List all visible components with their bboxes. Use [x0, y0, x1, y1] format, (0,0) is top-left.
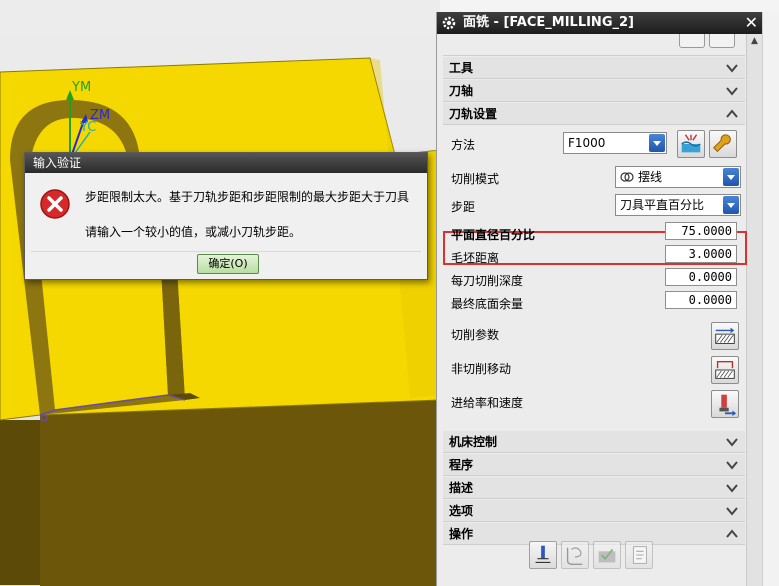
chevron-up-icon	[726, 109, 738, 118]
chevron-down-icon	[726, 507, 738, 516]
chevron-down-icon	[726, 484, 738, 493]
section-description-label: 描述	[449, 481, 474, 495]
generate-button[interactable]	[529, 541, 557, 569]
flat-diameter-percent-label: 平面直径百分比	[451, 228, 536, 242]
blank-distance-input[interactable]: 3.0000	[665, 245, 737, 263]
section-program[interactable]: 程序	[443, 454, 745, 476]
wrench-icon	[713, 134, 731, 153]
feeds-speeds-label: 进给率和速度	[451, 396, 524, 410]
gear-icon[interactable]	[441, 15, 457, 31]
method-label: 方法	[451, 138, 476, 152]
face-milling-panel: 面铣 - [FACE_MILLING_2] ✕ ▲ 工具 刀轴 刀轨设置 方法 …	[436, 12, 762, 586]
partial-row	[443, 34, 745, 56]
non-cutting-moves-icon	[715, 360, 735, 379]
trochoid-icon	[620, 172, 634, 182]
stepover-value: 刀具平直百分比	[620, 198, 705, 212]
method-select[interactable]: F1000	[563, 132, 667, 154]
list-button[interactable]	[625, 541, 653, 569]
non-cutting-moves-button[interactable]	[711, 356, 739, 384]
final-floor-stock-label: 最终底面余量	[451, 297, 524, 311]
feeds-speeds-icon	[719, 394, 737, 417]
stepover-select[interactable]: 刀具平直百分比	[615, 194, 741, 216]
chevron-down-icon	[726, 438, 738, 447]
method-edit-icon	[681, 134, 701, 153]
graphics-viewport[interactable]: YM ZM YC	[0, 0, 440, 586]
partial-icon-button-2[interactable]	[709, 34, 735, 48]
section-axis-label: 刀轴	[449, 84, 474, 98]
generate-toolpath-icon	[535, 545, 551, 563]
verify-button[interactable]	[593, 541, 621, 569]
non-cutting-moves-label: 非切削移动	[451, 362, 512, 376]
section-path-settings[interactable]: 刀轨设置	[443, 103, 745, 125]
dialog-title[interactable]: 输入验证	[25, 153, 427, 173]
cutting-params-button[interactable]	[711, 322, 739, 350]
scroll-up-icon[interactable]: ▲	[747, 34, 762, 48]
dialog-message-line1: 步距限制太大。基于刀轨步距和步距限制的最大步距大于刀具	[85, 190, 410, 204]
stepover-label: 步距	[451, 200, 476, 214]
input-validation-dialog: 输入验证 步距限制太大。基于刀轨步距和步距限制的最大步距大于刀具 请输入一个较小…	[24, 152, 428, 280]
dialog-message-line2: 请输入一个较小的值，或减小刀轨步距。	[85, 225, 302, 239]
chevron-down-icon[interactable]	[723, 196, 739, 214]
ym-label: YM	[72, 80, 92, 95]
section-program-label: 程序	[449, 458, 474, 472]
part-model	[0, 57, 440, 586]
close-icon[interactable]: ✕	[745, 12, 758, 34]
chevron-down-icon	[726, 461, 738, 470]
section-actions-label: 操作	[449, 527, 474, 541]
section-machine-control[interactable]: 机床控制	[443, 431, 745, 453]
panel-titlebar[interactable]: 面铣 - [FACE_MILLING_2] ✕	[437, 12, 762, 34]
replay-button[interactable]	[561, 541, 589, 569]
dialog-button-bar: 确定(O)	[31, 251, 421, 275]
section-axis[interactable]: 刀轴	[443, 80, 745, 102]
panel-title: 面铣 - [FACE_MILLING_2]	[463, 15, 634, 30]
section-tool-label: 工具	[449, 61, 474, 75]
panel-scrollbar[interactable]: ▲	[746, 34, 762, 586]
yc-label: YC	[80, 120, 97, 135]
right-edge-strip	[762, 12, 779, 586]
section-options[interactable]: 选项	[443, 500, 745, 522]
depth-per-cut-label: 每刀切削深度	[451, 274, 524, 288]
section-path-settings-label: 刀轨设置	[449, 107, 498, 121]
section-description[interactable]: 描述	[443, 477, 745, 499]
depth-per-cut-input[interactable]: 0.0000	[665, 268, 737, 286]
cutting-params-label: 切削参数	[451, 328, 500, 342]
verify-icon	[598, 548, 616, 563]
panel-content: 工具 刀轴 刀轨设置 方法 F1000 切削模式 摆线 步距 刀具平直百分比 平…	[443, 34, 747, 586]
chevron-down-icon	[726, 64, 738, 73]
flat-diameter-percent-input[interactable]: 75.0000	[665, 222, 737, 240]
chevron-down-icon[interactable]	[723, 168, 739, 186]
section-options-label: 选项	[449, 504, 474, 518]
cut-pattern-select[interactable]: 摆线	[615, 166, 741, 188]
chevron-up-icon	[726, 529, 738, 538]
final-floor-stock-input[interactable]: 0.0000	[665, 291, 737, 309]
cut-pattern-label: 切削模式	[451, 172, 500, 186]
method-value: F1000	[568, 136, 606, 150]
replay-icon	[566, 547, 583, 565]
chevron-down-icon	[726, 87, 738, 96]
error-icon	[40, 189, 70, 219]
list-icon	[632, 546, 647, 564]
edit-method-button[interactable]	[677, 130, 705, 158]
blank-distance-label: 毛坯距离	[451, 251, 500, 265]
wrench-button[interactable]	[709, 130, 737, 158]
cut-pattern-value: 摆线	[638, 170, 663, 184]
cutting-params-icon	[715, 327, 735, 344]
ok-button[interactable]: 确定(O)	[197, 254, 259, 274]
chevron-down-icon[interactable]	[649, 134, 665, 152]
feeds-speeds-button[interactable]	[711, 390, 739, 418]
section-machine-control-label: 机床控制	[449, 435, 498, 449]
partial-icon-button[interactable]	[679, 34, 705, 48]
section-tool[interactable]: 工具	[443, 57, 745, 79]
